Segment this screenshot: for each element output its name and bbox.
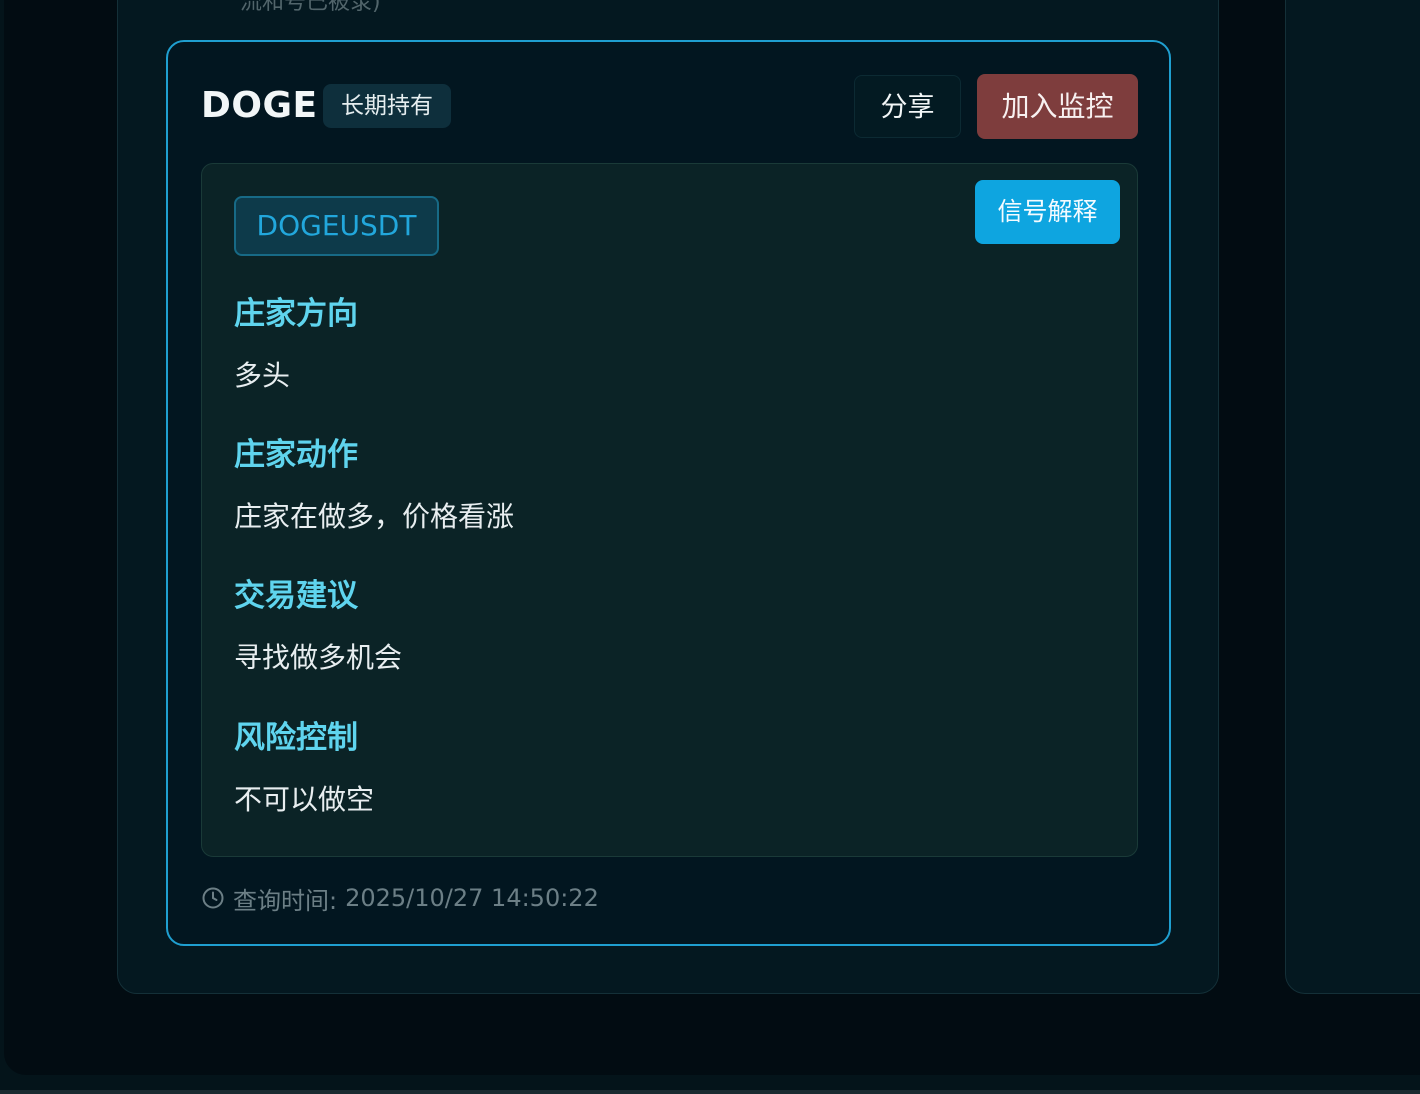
holding-type-badge: 长期持有 — [323, 84, 451, 128]
direction-heading: 庄家方向 — [234, 296, 358, 332]
side-panel — [1285, 0, 1420, 994]
signal-detail-box: DOGEUSDT 信号解释 庄家方向 多头 庄家动作 庄家在做多，价格看涨 交易… — [201, 163, 1138, 857]
window-bottom-edge — [0, 1090, 1420, 1094]
symbol-badge: DOGEUSDT — [234, 196, 439, 256]
query-time-label: 查询时间: — [233, 886, 338, 915]
suggestion-value: 寻找做多机会 — [234, 641, 403, 674]
signal-card: DOGE 长期持有 分享 加入监控 DOGEUSDT 信号解释 庄家方向 多头 … — [166, 40, 1171, 946]
share-button[interactable]: 分享 — [854, 75, 961, 138]
top-note-text: 流和号已被录) — [240, 0, 381, 15]
risk-heading: 风险控制 — [234, 720, 358, 756]
action-value: 庄家在做多，价格看涨 — [234, 500, 515, 533]
suggestion-heading: 交易建议 — [234, 578, 358, 614]
signal-explain-button[interactable]: 信号解释 — [975, 180, 1120, 244]
action-heading: 庄家动作 — [234, 437, 358, 473]
query-time: 查询时间: 2025/10/27 14:50:22 — [201, 880, 599, 916]
direction-value: 多头 — [234, 359, 291, 392]
query-time-value: 2025/10/27 14:50:22 — [345, 884, 599, 912]
coin-title: DOGE — [201, 85, 318, 126]
add-monitor-button[interactable]: 加入监控 — [977, 74, 1138, 139]
risk-value: 不可以做空 — [234, 783, 375, 816]
clock-icon — [201, 886, 225, 910]
viewport: 流和号已被录) DOGE 长期持有 分享 加入监控 DOGEUSDT 信号解释 … — [0, 0, 1420, 1094]
